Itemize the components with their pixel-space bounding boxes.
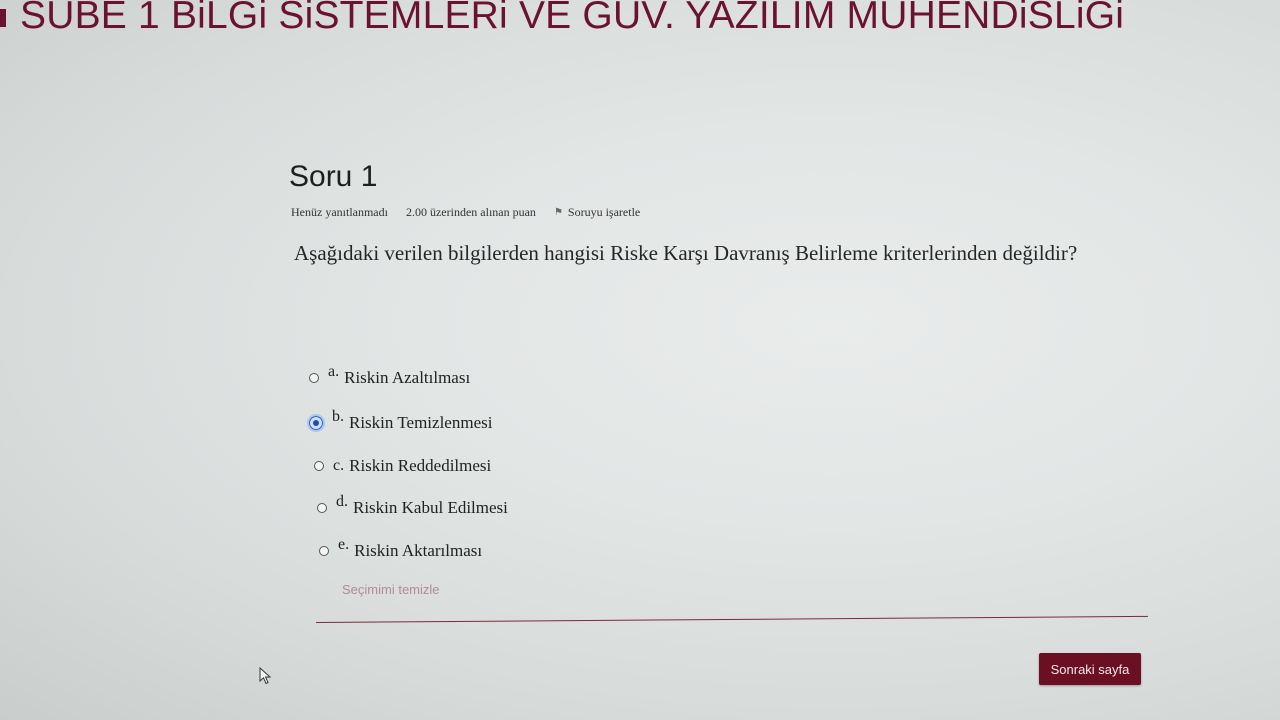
option-c-label: Riskin Reddedilmesi: [349, 456, 492, 475]
option-e-letter: e.: [338, 536, 350, 553]
option-c-radio[interactable]: [314, 461, 324, 471]
option-e[interactable]: e. Riskin Aktarılması: [319, 536, 483, 561]
flag-question-link[interactable]: ⚑ Soruyu işaretle: [554, 205, 640, 220]
course-title-text: SUBE 1 BiLGi SiSTEMLERi VE GUV. YAZILIM …: [20, 0, 1125, 37]
option-a-letter: a.: [328, 363, 340, 380]
option-e-radio[interactable]: [319, 546, 329, 556]
title-bullet: [0, 8, 6, 27]
question-status: Henüz yanıtlanmadı: [291, 205, 388, 219]
option-a-radio[interactable]: [309, 373, 319, 383]
option-d[interactable]: d. Riskin Kabul Edilmesi: [317, 493, 508, 518]
option-b[interactable]: b. Riskin Temizlenmesi: [307, 408, 493, 433]
option-a-label: Riskin Azaltılması: [344, 368, 471, 387]
option-b-letter: b.: [332, 408, 344, 425]
flag-icon: ⚑: [553, 207, 563, 218]
option-c-letter: c.: [333, 457, 345, 474]
option-b-radio[interactable]: [307, 414, 325, 432]
option-b-label: Riskin Temizlenmesi: [349, 413, 493, 432]
flag-question-label: Soruyu işaretle: [567, 205, 641, 219]
divider: [315, 615, 1148, 623]
question-points: 2.00 üzerinden alınan puan: [405, 205, 536, 219]
question-meta: Henüz yanıtlanmadı 2.00 üzerinden alınan…: [291, 205, 640, 220]
option-d-label: Riskin Kabul Edilmesi: [353, 498, 508, 517]
clear-choice-link[interactable]: Seçimimi temizle: [342, 582, 440, 597]
option-e-label: Riskin Aktarılması: [354, 541, 483, 560]
next-page-button[interactable]: Sonraki sayfa: [1039, 653, 1141, 685]
option-a[interactable]: a. Riskin Azaltılması: [309, 363, 471, 388]
mouse-cursor-icon: [259, 667, 272, 685]
option-d-radio[interactable]: [317, 503, 327, 513]
question-text: Aşağıdaki verilen bilgilerden hangisi Ri…: [294, 241, 1078, 265]
course-title: SUBE 1 BiLGi SiSTEMLERi VE GUV. YAZILIM …: [0, 0, 1124, 38]
question-heading: Soru 1: [289, 160, 378, 193]
option-c[interactable]: c. Riskin Reddedilmesi: [314, 456, 491, 476]
option-d-letter: d.: [336, 493, 348, 510]
